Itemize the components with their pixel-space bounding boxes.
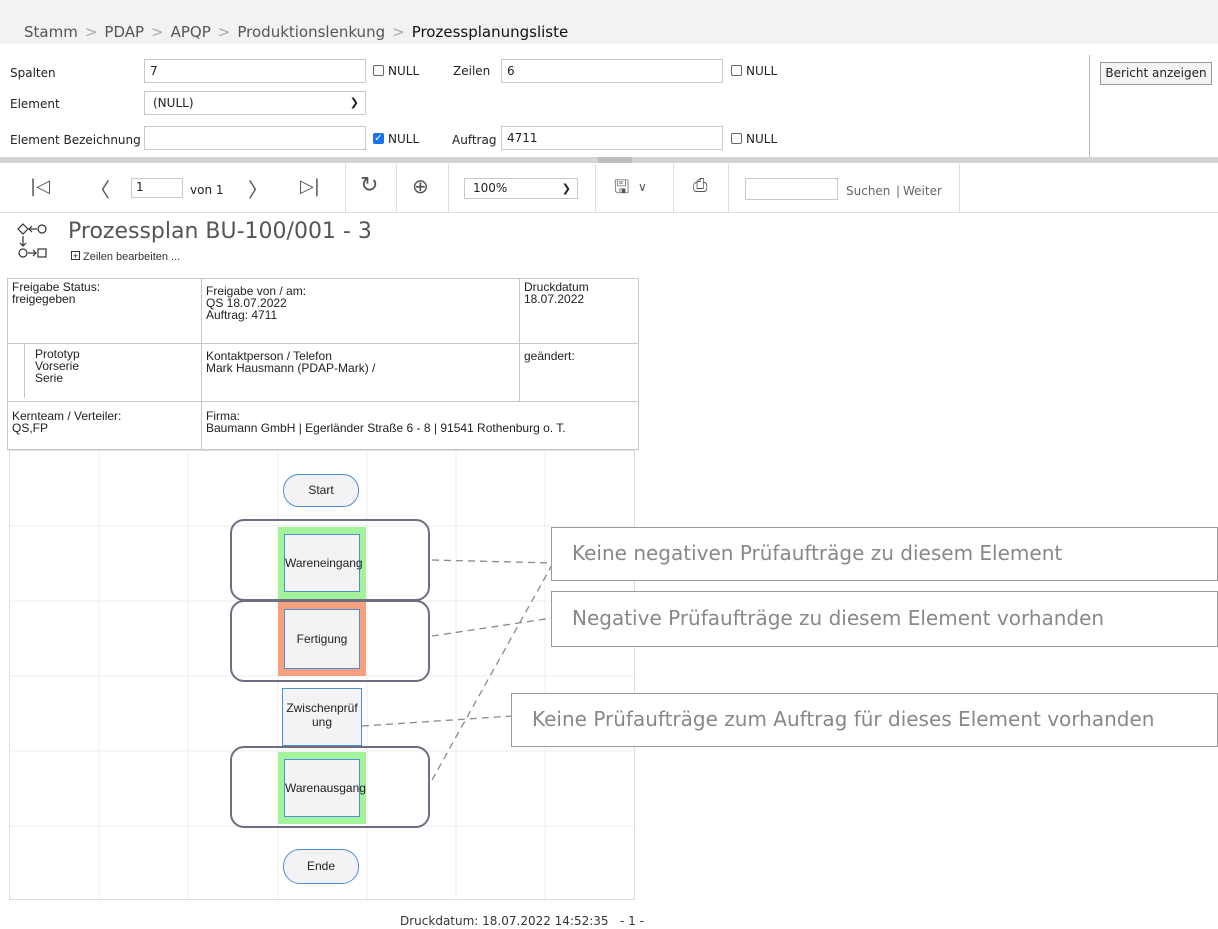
search-next-link[interactable]: Weiter (903, 184, 942, 198)
kernteam-value: QS,FP (12, 421, 49, 435)
breadcrumb-current: Prozessplanungsliste (411, 23, 569, 41)
spalten-null-label: NULL (388, 64, 420, 78)
element-select-value: (NULL) (153, 96, 194, 110)
report-info-table: Freigabe Status: freigegeben Freigabe vo… (7, 278, 639, 450)
geaendert-label: geändert: (524, 349, 575, 363)
search-input[interactable] (745, 178, 838, 200)
zoom-value: 100% (473, 181, 508, 195)
highlight-fertigung (230, 600, 430, 682)
phase-marker (8, 344, 25, 398)
auftrag-label: Auftrag (452, 133, 497, 147)
kernteam-cell: Kernteam / Verteiler: QS,FP (7, 401, 202, 450)
callout-no-orders: Keine Prüfaufträge zum Auftrag für diese… (511, 693, 1218, 747)
zeilen-null-checkbox[interactable] (731, 65, 742, 76)
breadcrumb-item-produktionslenkung[interactable]: Produktionslenkung (237, 23, 385, 41)
toolbar-separator (396, 164, 397, 212)
kontakt-cell: Kontaktperson / Telefon Mark Hausmann (P… (201, 343, 520, 402)
element-bezeichnung-label: Element Bezeichnung (10, 133, 141, 147)
report-show-button[interactable]: Bericht anzeigen (1100, 62, 1212, 85)
zeilen-label: Zeilen (453, 64, 491, 78)
search-divider: | (896, 184, 901, 198)
freigabe-von-cell: Freigabe von / am: QS 18.07.2022 Auftrag… (201, 278, 520, 344)
auftrag-null-checkbox[interactable] (731, 133, 742, 144)
toolbar-separator (959, 164, 960, 212)
spalten-label: Spalten (10, 66, 56, 80)
last-page-icon[interactable]: ▷| (300, 176, 320, 197)
print-icon[interactable]: ⎙ (693, 175, 707, 196)
edit-rows-link[interactable]: Zeilen bearbeiten ... (83, 251, 180, 263)
toolbar-separator (448, 164, 449, 212)
firma-value: Baumann GmbH | Egerländer Straße 6 - 8 |… (206, 421, 566, 435)
zeilen-input[interactable]: 6 (501, 59, 723, 83)
freigabe-status-cell: Freigabe Status: freigegeben (7, 278, 202, 344)
search-link[interactable]: Suchen (846, 184, 890, 198)
highlight-warenausgang (230, 746, 430, 828)
auftrag-null-label: NULL (746, 132, 778, 146)
page-number-input[interactable]: 1 (131, 178, 183, 198)
auftrag-input[interactable]: 4711 (501, 126, 723, 150)
flow-node-start[interactable]: Start (283, 474, 359, 507)
druckdatum-cell: Druckdatum 18.07.2022 (519, 278, 639, 344)
toolbar-separator (728, 164, 729, 212)
element-select[interactable]: (NULL) ❯ (144, 91, 366, 115)
next-page-icon[interactable]: 〉 (248, 174, 268, 203)
flow-node-ende[interactable]: Ende (283, 849, 359, 884)
firma-cell: Firma: Baumann GmbH | Egerländer Straße … (201, 401, 639, 450)
highlight-wareneingang (230, 519, 430, 601)
freigabe-status-value: freigegeben (12, 292, 76, 306)
geaendert-cell: geändert: (519, 343, 639, 402)
chevron-down-icon: ❯ (561, 182, 571, 195)
callout-negative: Negative Prüfaufträge zu diesem Element … (551, 591, 1218, 647)
breadcrumb-separator: > (151, 23, 164, 41)
toolbar-separator (673, 164, 674, 212)
parameter-divider (1089, 55, 1090, 159)
breadcrumb-item-pdap[interactable]: PDAP (104, 23, 144, 41)
spalten-input[interactable]: 7 (144, 59, 366, 83)
refresh-icon[interactable]: ↻ (360, 173, 378, 198)
spalten-null-checkbox[interactable] (373, 65, 384, 76)
save-icon[interactable]: 🖫 (614, 175, 629, 205)
previous-page-icon[interactable]: 〈 (90, 174, 110, 203)
process-flow-icon (16, 222, 58, 266)
first-page-icon[interactable]: |◁ (30, 176, 50, 197)
breadcrumb: Stamm > PDAP > APQP > Produktionslenkung > Proze… (0, 0, 1218, 44)
toolbar-separator (595, 164, 596, 212)
bezeichnung-null-label: NULL (388, 132, 420, 146)
zeilen-null-label: NULL (746, 64, 778, 78)
breadcrumb-separator: > (84, 23, 98, 41)
print-footer: Druckdatum: 18.07.2022 14:52:35 - 1 - (400, 914, 644, 928)
report-title: Prozessplan BU-100/001 - 3 (68, 219, 372, 244)
callout-no-negative: Keine negativen Prüfaufträge zu diesem E… (551, 527, 1218, 581)
kontakt-value: Mark Hausmann (PDAP-Mark) / (206, 361, 376, 375)
bezeichnung-null-checkbox-checked[interactable]: ✓ (373, 133, 384, 144)
auftrag-line: Auftrag: 4711 (206, 308, 278, 322)
toolbar-separator (345, 164, 346, 212)
breadcrumb-separator: > (392, 23, 405, 41)
chevron-down-icon: ❯ (349, 96, 359, 109)
breadcrumb-separator: > (217, 23, 231, 41)
phase-serie: Serie (35, 371, 64, 385)
druckdatum-value: 18.07.2022 (524, 292, 585, 306)
splitter-collapse-handle[interactable] (598, 157, 632, 163)
back-icon[interactable]: ⊕ (412, 174, 429, 198)
element-bezeichnung-input[interactable] (144, 126, 366, 150)
zoom-select[interactable]: 100% ❯ (464, 178, 578, 199)
breadcrumb-item-stamm[interactable]: Stamm (24, 23, 78, 41)
page-count-label: von 1 (190, 183, 224, 197)
element-label: Element (10, 97, 60, 111)
breadcrumb-item-apqp[interactable]: APQP (171, 23, 211, 41)
flow-node-zwischenpruefung[interactable]: Zwischenprüfung (282, 688, 362, 746)
phase-cell: Prototyp Vorserie Serie (7, 343, 202, 402)
expand-plus-icon[interactable]: + (71, 251, 80, 261)
chevron-down-icon[interactable]: ∨ (638, 180, 647, 194)
